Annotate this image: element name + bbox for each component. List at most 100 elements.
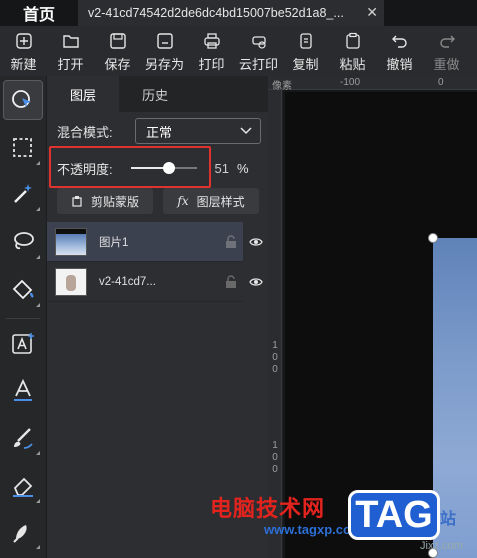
- clip-mask-icon: [72, 196, 82, 207]
- magic-wand-tool[interactable]: [3, 174, 43, 214]
- smudge-icon: [13, 525, 27, 543]
- tab-history[interactable]: 历史: [119, 76, 191, 112]
- lock-icon[interactable]: [223, 274, 239, 290]
- cloud-print-icon: [251, 36, 266, 49]
- ruler-tick-label: 0: [272, 364, 278, 375]
- copy-icon: [299, 33, 312, 49]
- open-button[interactable]: 打开: [47, 26, 94, 76]
- save-icon: [109, 33, 126, 49]
- layer-style-label: 图层样式: [196, 194, 245, 209]
- layer-buttons: 剪贴蒙版 fx 图层样式: [47, 188, 269, 214]
- layer-item[interactable]: v2-41cd7...: [47, 262, 269, 302]
- eye-icon: [249, 278, 263, 286]
- save-as-icon: [156, 33, 173, 49]
- save-as-button[interactable]: 另存为: [141, 26, 188, 76]
- pointer-select-icon: [12, 90, 31, 108]
- eye-icon: [249, 238, 263, 246]
- watermark-badge: TAG: [348, 490, 440, 540]
- layer-item[interactable]: 图片1: [47, 222, 269, 262]
- printer-icon: [203, 33, 220, 49]
- lock-icon[interactable]: [223, 234, 239, 250]
- text-tool[interactable]: [3, 370, 43, 410]
- panel-tabs: 图层 历史: [47, 76, 268, 112]
- folder-open-icon: [62, 35, 79, 48]
- watermark-title: 电脑技术网: [210, 496, 326, 521]
- eraser-tool[interactable]: [3, 466, 43, 506]
- eraser-icon: [13, 477, 33, 497]
- ruler-tick-label: 0: [272, 352, 278, 363]
- tool-column: [0, 76, 46, 558]
- watermark-side-url: Jixz.com: [420, 540, 463, 552]
- tab-layers[interactable]: 图层: [47, 76, 119, 112]
- text-box-icon: [12, 333, 34, 354]
- ruler-tick-label: 0: [272, 452, 278, 463]
- paste-icon: [345, 32, 360, 49]
- layer-style-button[interactable]: fx 图层样式: [163, 188, 259, 214]
- horizontal-ruler: 像素 -100 0: [268, 76, 477, 92]
- print-button[interactable]: 打印: [188, 26, 235, 76]
- smudge-tool[interactable]: [3, 512, 43, 552]
- tab-home[interactable]: 首页: [0, 0, 78, 26]
- select-tool[interactable]: [3, 80, 43, 120]
- document-tab-title: v2-41cd74542d2de6dc4bd15007be52d1a8_...: [88, 6, 344, 20]
- main-toolbar: 新建 打开 保存 另存为 打印 云打印 复制 粘贴 撤销 重做: [0, 26, 477, 76]
- lasso-tool[interactable]: [3, 222, 43, 262]
- marquee-tool[interactable]: [3, 128, 43, 168]
- lasso-icon: [14, 232, 34, 250]
- annotation-highlight-box: [49, 146, 211, 188]
- brush-tool[interactable]: [3, 418, 43, 458]
- text-icon: [14, 378, 32, 401]
- save-button[interactable]: 保存: [94, 26, 141, 76]
- vertical-ruler: 1 0 0 1 0 0: [268, 90, 282, 558]
- cloud-print-button[interactable]: 云打印: [235, 26, 282, 76]
- undo-icon: [391, 35, 407, 48]
- redo-label: 重做: [433, 57, 460, 72]
- new-icon: [15, 33, 32, 49]
- undo-button[interactable]: 撤销: [376, 26, 423, 76]
- close-icon[interactable]: ✕: [366, 4, 378, 21]
- blend-mode-select[interactable]: 正常: [135, 118, 261, 144]
- redo-icon: [439, 35, 455, 48]
- ruler-tick-label: 0: [438, 77, 444, 88]
- opacity-unit: %: [237, 160, 249, 176]
- layer-thumbnail: [55, 227, 87, 256]
- undo-label: 撤销: [386, 57, 413, 72]
- open-label: 打开: [57, 57, 84, 72]
- visibility-toggle[interactable]: [243, 262, 269, 302]
- layer-name: v2-41cd7...: [99, 275, 156, 288]
- blend-mode-label: 混合模式:: [57, 124, 113, 140]
- ruler-tick-label: 0: [272, 464, 278, 475]
- visibility-toggle[interactable]: [243, 222, 269, 262]
- magic-wand-icon: [14, 184, 32, 203]
- paste-button[interactable]: 粘贴: [329, 26, 376, 76]
- redo-button[interactable]: 重做: [423, 26, 470, 76]
- paint-bucket-icon: [12, 279, 34, 300]
- marquee-icon: [13, 138, 32, 157]
- paste-label: 粘贴: [339, 57, 366, 72]
- fx-icon: fx: [177, 194, 189, 208]
- transform-handle[interactable]: [428, 233, 438, 243]
- save-label: 保存: [104, 57, 131, 72]
- layer-list: 图片1 v2-41cd7...: [47, 222, 269, 302]
- text-box-tool[interactable]: [3, 324, 43, 364]
- new-label: 新建: [10, 57, 37, 72]
- ruler-tick-label: 1: [272, 440, 278, 451]
- new-button[interactable]: 新建: [0, 26, 47, 76]
- clip-mask-label: 剪贴蒙版: [90, 194, 139, 209]
- save-as-label: 另存为: [144, 57, 184, 72]
- copy-button[interactable]: 复制: [282, 26, 329, 76]
- layer-name: 图片1: [99, 236, 129, 249]
- ruler-tick-label: 1: [272, 340, 278, 351]
- chevron-down-icon: [240, 127, 252, 135]
- layer-thumbnail: [55, 267, 87, 296]
- blend-mode-row: 混合模式: 正常: [47, 118, 269, 144]
- fill-tool[interactable]: [3, 270, 43, 310]
- tab-document[interactable]: v2-41cd74542d2de6dc4bd15007be52d1a8_... …: [78, 0, 384, 26]
- ruler-tick-label: -100: [340, 77, 361, 88]
- blend-mode-value: 正常: [146, 124, 173, 140]
- clip-mask-button[interactable]: 剪贴蒙版: [57, 188, 153, 214]
- watermark-side-text: 站: [440, 511, 457, 528]
- cloud-print-label: 云打印: [238, 57, 278, 72]
- copy-label: 复制: [292, 57, 319, 72]
- print-label: 打印: [198, 57, 225, 72]
